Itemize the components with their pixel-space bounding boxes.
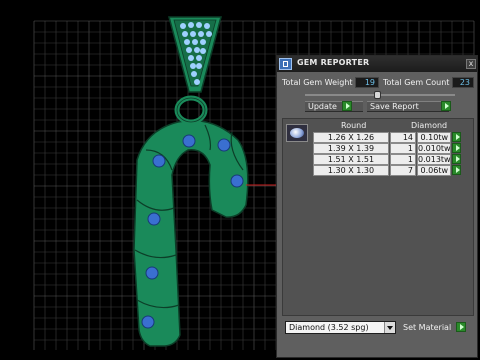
update-go-icon[interactable] — [342, 101, 352, 111]
table-row[interactable]: 1.39 X 1.39 1 0.010tw — [313, 143, 473, 154]
save-report-go-icon[interactable] — [441, 101, 451, 111]
set-material-label: Set Material — [403, 323, 452, 332]
gem-count-cell: 14 — [390, 132, 416, 143]
chevron-down-icon[interactable] — [384, 322, 395, 333]
shape-column-header: Round — [341, 121, 367, 130]
gem-reporter-icon — [279, 58, 292, 70]
gem-weight-cell: 0.06tw — [417, 165, 451, 176]
save-report-button[interactable]: Save Report — [367, 101, 449, 112]
material-select[interactable]: Diamond (3.52 spg) — [285, 321, 396, 334]
gem-weight-cell: 0.10tw — [417, 132, 451, 143]
gem-weight-cell: 0.010tw — [417, 143, 451, 154]
table-row[interactable]: 1.30 X 1.30 7 0.06tw — [313, 165, 473, 176]
total-gem-count-value: 23 — [452, 77, 474, 88]
close-button[interactable]: x — [466, 59, 476, 69]
gem-size-cell: 1.30 X 1.30 — [313, 165, 389, 176]
window-title: GEM REPORTER — [297, 58, 370, 67]
set-material-button[interactable] — [456, 322, 466, 332]
round-gem-icon — [290, 128, 304, 138]
gem-count-cell: 1 — [390, 154, 416, 165]
select-gem-icon[interactable] — [452, 132, 461, 142]
material-column-header: Diamond — [411, 121, 448, 130]
total-gem-weight-label: Total Gem Weight — [282, 78, 353, 87]
candy-cane-pendant — [133, 119, 249, 347]
material-select-value: Diamond (3.52 spg) — [289, 323, 369, 332]
gem-count-cell: 1 — [390, 143, 416, 154]
update-button-label: Update — [308, 102, 337, 111]
select-gem-icon[interactable] — [452, 143, 461, 153]
gem-size-cell: 1.26 X 1.26 — [313, 132, 389, 143]
gem-thumbnail[interactable] — [286, 124, 308, 142]
gem-reporter-panel: GEM REPORTER x Total Gem Weight 19 Total… — [276, 55, 478, 358]
slider-handle[interactable] — [374, 91, 381, 99]
title-bar[interactable]: GEM REPORTER x — [277, 56, 477, 72]
update-button[interactable]: Update — [305, 101, 363, 112]
gem-weight-cell: 0.013tw — [417, 154, 451, 165]
select-gem-icon[interactable] — [452, 154, 461, 164]
table-row[interactable]: 1.26 X 1.26 14 0.10tw — [313, 132, 473, 143]
total-gem-count-label: Total Gem Count — [383, 78, 450, 87]
table-row[interactable]: 1.51 X 1.51 1 0.013tw — [313, 154, 473, 165]
gem-count-cell: 7 — [390, 165, 416, 176]
save-report-button-label: Save Report — [370, 102, 419, 111]
gem-list: Round Diamond 1.26 X 1.26 14 0.10tw 1.39… — [282, 118, 474, 316]
gem-size-cell: 1.51 X 1.51 — [313, 154, 389, 165]
total-gem-weight-value: 19 — [355, 77, 379, 88]
gem-size-cell: 1.39 X 1.39 — [313, 143, 389, 154]
select-gem-icon[interactable] — [452, 165, 461, 175]
